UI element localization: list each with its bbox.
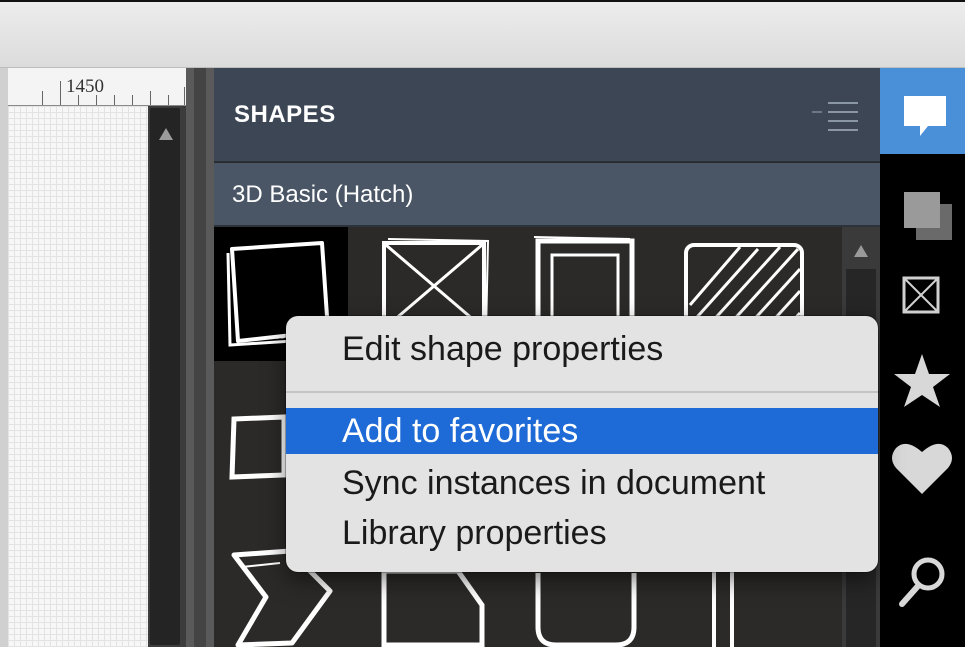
menu-bar bbox=[828, 111, 858, 113]
menu-separator bbox=[286, 391, 878, 393]
divider-handle[interactable] bbox=[194, 68, 206, 647]
menu-dot bbox=[812, 111, 822, 113]
heart-icon[interactable] bbox=[880, 422, 965, 508]
menu-item-add-to-favorites[interactable]: Add to favorites bbox=[286, 408, 878, 454]
scroll-up-arrow-icon[interactable] bbox=[854, 245, 868, 257]
layers-icon[interactable] bbox=[880, 166, 965, 252]
ruler-tick bbox=[132, 95, 133, 105]
right-icon-sidebar bbox=[880, 68, 965, 647]
menu-item-library-properties[interactable]: Library properties bbox=[286, 510, 878, 556]
scroll-track[interactable] bbox=[150, 108, 180, 645]
favorites-icon[interactable] bbox=[880, 336, 965, 422]
horizontal-ruler: 1450 bbox=[8, 68, 186, 106]
shapes-icon[interactable] bbox=[880, 68, 965, 154]
ruler-tick bbox=[168, 95, 169, 105]
menu-bar bbox=[828, 102, 858, 104]
ruler-tick bbox=[60, 81, 61, 105]
menu-bar bbox=[828, 120, 858, 122]
panel-menu-icon[interactable] bbox=[812, 98, 858, 134]
scroll-up-arrow-icon[interactable] bbox=[159, 128, 173, 140]
menu-item-edit-shape-properties[interactable]: Edit shape properties bbox=[286, 326, 878, 372]
ruler-tick bbox=[114, 95, 115, 105]
context-menu: Edit shape properties Add to favorites S… bbox=[286, 316, 878, 572]
canvas-vertical-scrollbar[interactable] bbox=[148, 106, 186, 647]
panel-divider[interactable] bbox=[186, 68, 214, 647]
shapes-panel-header: SHAPES bbox=[214, 68, 880, 162]
image-icon[interactable] bbox=[880, 252, 965, 338]
shape-rounded-box[interactable] bbox=[530, 567, 640, 647]
shape-box-small[interactable] bbox=[228, 413, 288, 481]
library-header[interactable]: 3D Basic (Hatch) bbox=[214, 163, 880, 227]
canvas-grid[interactable] bbox=[8, 106, 148, 647]
library-name: 3D Basic (Hatch) bbox=[232, 181, 414, 208]
ruler-tick bbox=[42, 91, 43, 105]
search-icon[interactable] bbox=[880, 544, 965, 630]
window-toolbar bbox=[0, 0, 965, 68]
canvas-edge bbox=[0, 68, 8, 647]
ruler-tick bbox=[150, 91, 151, 105]
panel-title: SHAPES bbox=[234, 101, 336, 128]
shape-tab[interactable] bbox=[374, 565, 494, 647]
menu-bar bbox=[828, 129, 858, 131]
menu-item-sync-instances[interactable]: Sync instances in document bbox=[286, 460, 878, 506]
ruler-label: 1450 bbox=[66, 76, 104, 97]
shape-bar[interactable] bbox=[708, 567, 738, 647]
ruler-tick bbox=[184, 87, 185, 105]
